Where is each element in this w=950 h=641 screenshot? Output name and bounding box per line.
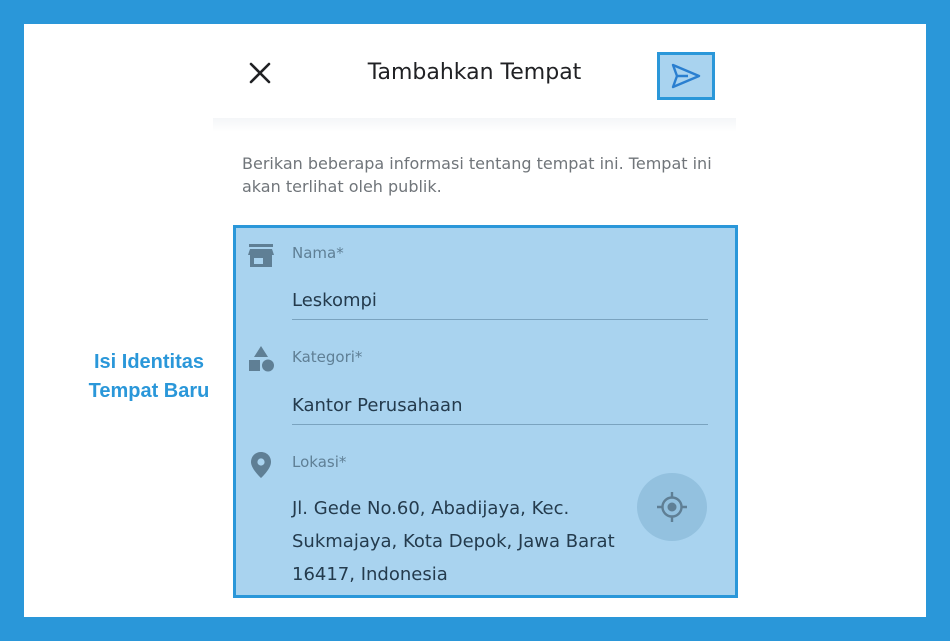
address-line-2: Sukmajaya, Kota Depok, Jawa Barat [292,531,615,552]
header-divider [213,118,736,132]
send-button[interactable] [657,52,715,100]
address-line-3: 16417, Indonesia [292,564,448,585]
address-line-1: Jl. Gede No.60, Abadijaya, Kec. [292,498,570,519]
category-input[interactable]: Kantor Perusahaan [292,395,463,416]
annotation-line-2: Tempat Baru [88,380,210,402]
app-header: Tambahkan Tempat [213,40,736,120]
send-icon [671,63,701,89]
category-underline [292,424,708,425]
annotation-line-1: Isi Identitas [93,351,205,373]
name-input[interactable]: Leskompi [292,290,377,311]
place-form: Nama* Leskompi Kategori* Kantor Perusaha… [233,225,738,598]
my-location-button[interactable] [637,473,707,541]
location-pin-icon [251,452,271,478]
location-label: Lokasi* [292,453,347,471]
category-label: Kategori* [292,348,363,366]
name-label: Nama* [292,244,344,262]
name-underline [292,319,708,320]
intro-text: Berikan beberapa informasi tentang tempa… [242,154,712,196]
location-input[interactable]: Jl. Gede No.60, Abadijaya, Kec. Sukmajay… [292,492,632,591]
shapes-icon [249,346,274,372]
my-location-icon [657,492,687,522]
store-icon [248,244,274,267]
annotation-label: Isi Identitas Tempat Baru [64,348,234,406]
